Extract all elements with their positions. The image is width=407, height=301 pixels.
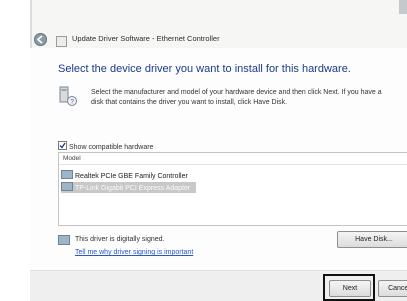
list-item-label: Realtek PCIe GBE Family Controller — [75, 173, 188, 180]
model-column-header[interactable]: Model — [59, 153, 407, 165]
instructions-line-2: disk that contains the driver you want t… — [91, 99, 288, 106]
list-item[interactable]: Realtek PCIe GBE Family Controller — [61, 170, 188, 181]
window-frame-edge — [30, 0, 32, 48]
signed-driver-icon — [58, 235, 70, 245]
show-compatible-hardware[interactable]: Show compatible hardware — [58, 141, 153, 151]
cancel-button[interactable]: Cancel — [378, 280, 407, 297]
instructions-line-1: Select the manufacturer and model of you… — [91, 89, 382, 96]
model-listbox[interactable]: Model Realtek PCIe GBE Family Controller… — [58, 152, 407, 226]
page-heading: Select the device driver you want to ins… — [58, 63, 351, 75]
next-button[interactable]: Next — [329, 280, 371, 297]
window-title: Update Driver Software - Ethernet Contro… — [72, 34, 220, 43]
update-driver-icon — [56, 36, 67, 47]
update-driver-window: Update Driver Software - Ethernet Contro… — [0, 0, 407, 301]
network-adapter-icon — [61, 182, 73, 191]
instructions: Select the manufacturer and model of you… — [91, 88, 382, 108]
driver-signing-link[interactable]: Tell me why driver signing is important — [75, 249, 193, 256]
list-item-label: TP-Link Gigabit PCI Express Adapter — [75, 185, 191, 192]
signing-status: This driver is digitally signed. — [75, 236, 165, 243]
have-disk-button[interactable]: Have Disk... — [337, 231, 407, 248]
window-frame-corner — [399, 0, 407, 14]
show-compatible-label: Show compatible hardware — [69, 144, 154, 151]
back-arrow-icon[interactable] — [34, 33, 47, 46]
list-item-selected[interactable]: TP-Link Gigabit PCI Express Adapter — [61, 182, 197, 193]
hardware-disk-icon: ? — [58, 86, 78, 106]
show-compatible-checkbox[interactable] — [58, 141, 67, 150]
network-adapter-icon — [61, 170, 73, 179]
